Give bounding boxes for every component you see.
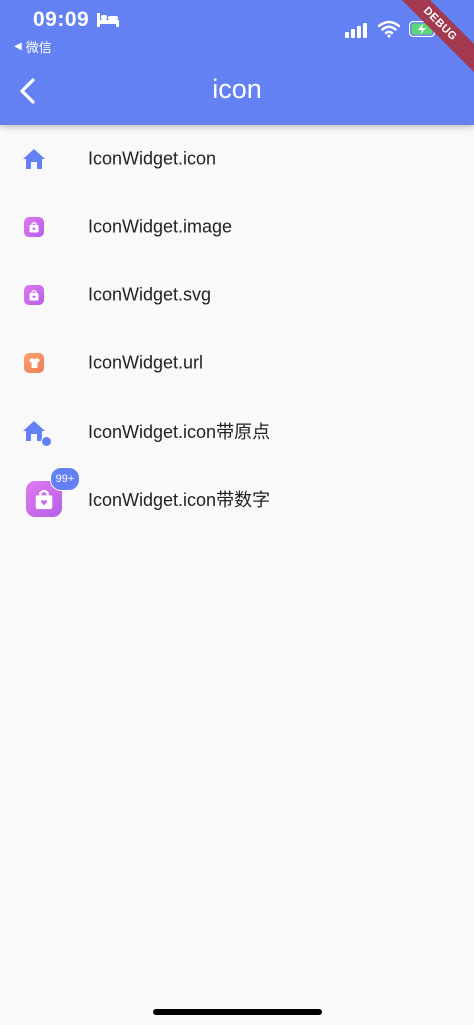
list-item-image[interactable]: IconWidget.image xyxy=(0,193,474,261)
list-item-icon-with-dot[interactable]: IconWidget.icon带原点 xyxy=(0,397,474,465)
list-item-label: IconWidget.svg xyxy=(88,284,212,305)
list-item-label: IconWidget.icon带原点 xyxy=(88,422,271,442)
shirt-icon xyxy=(24,353,44,373)
page-title: icon xyxy=(212,74,262,104)
shopping-bag-icon xyxy=(24,285,44,305)
list-item-label: IconWidget.url xyxy=(88,352,204,373)
list-item-label: IconWidget.icon xyxy=(88,148,217,169)
back-to-app-link[interactable]: ◀ 微信 xyxy=(14,37,52,56)
app-bar: 09:09 ◀ 微信 DEBUG icon xyxy=(0,0,474,125)
bed-icon xyxy=(97,13,119,27)
back-triangle-icon: ◀ xyxy=(14,41,22,52)
back-app-label: 微信 xyxy=(25,40,52,55)
list-item-svg[interactable]: IconWidget.svg xyxy=(0,261,474,329)
list-item-label: IconWidget.icon带数字 xyxy=(88,490,271,510)
list-item-icon[interactable]: IconWidget.icon xyxy=(0,125,474,193)
list-item-label: IconWidget.image xyxy=(88,216,233,237)
home-indicator[interactable] xyxy=(153,1009,322,1015)
debug-banner: DEBUG xyxy=(383,0,474,81)
cellular-signal-icon xyxy=(345,23,367,38)
home-icon xyxy=(20,145,48,173)
wifi-icon xyxy=(378,20,400,38)
list-item-url[interactable]: IconWidget.url xyxy=(0,329,474,397)
shopping-bag-icon xyxy=(24,217,44,237)
dot-badge xyxy=(41,436,52,447)
status-time: 09:09 xyxy=(33,8,90,31)
count-badge: 99+ xyxy=(50,467,80,491)
